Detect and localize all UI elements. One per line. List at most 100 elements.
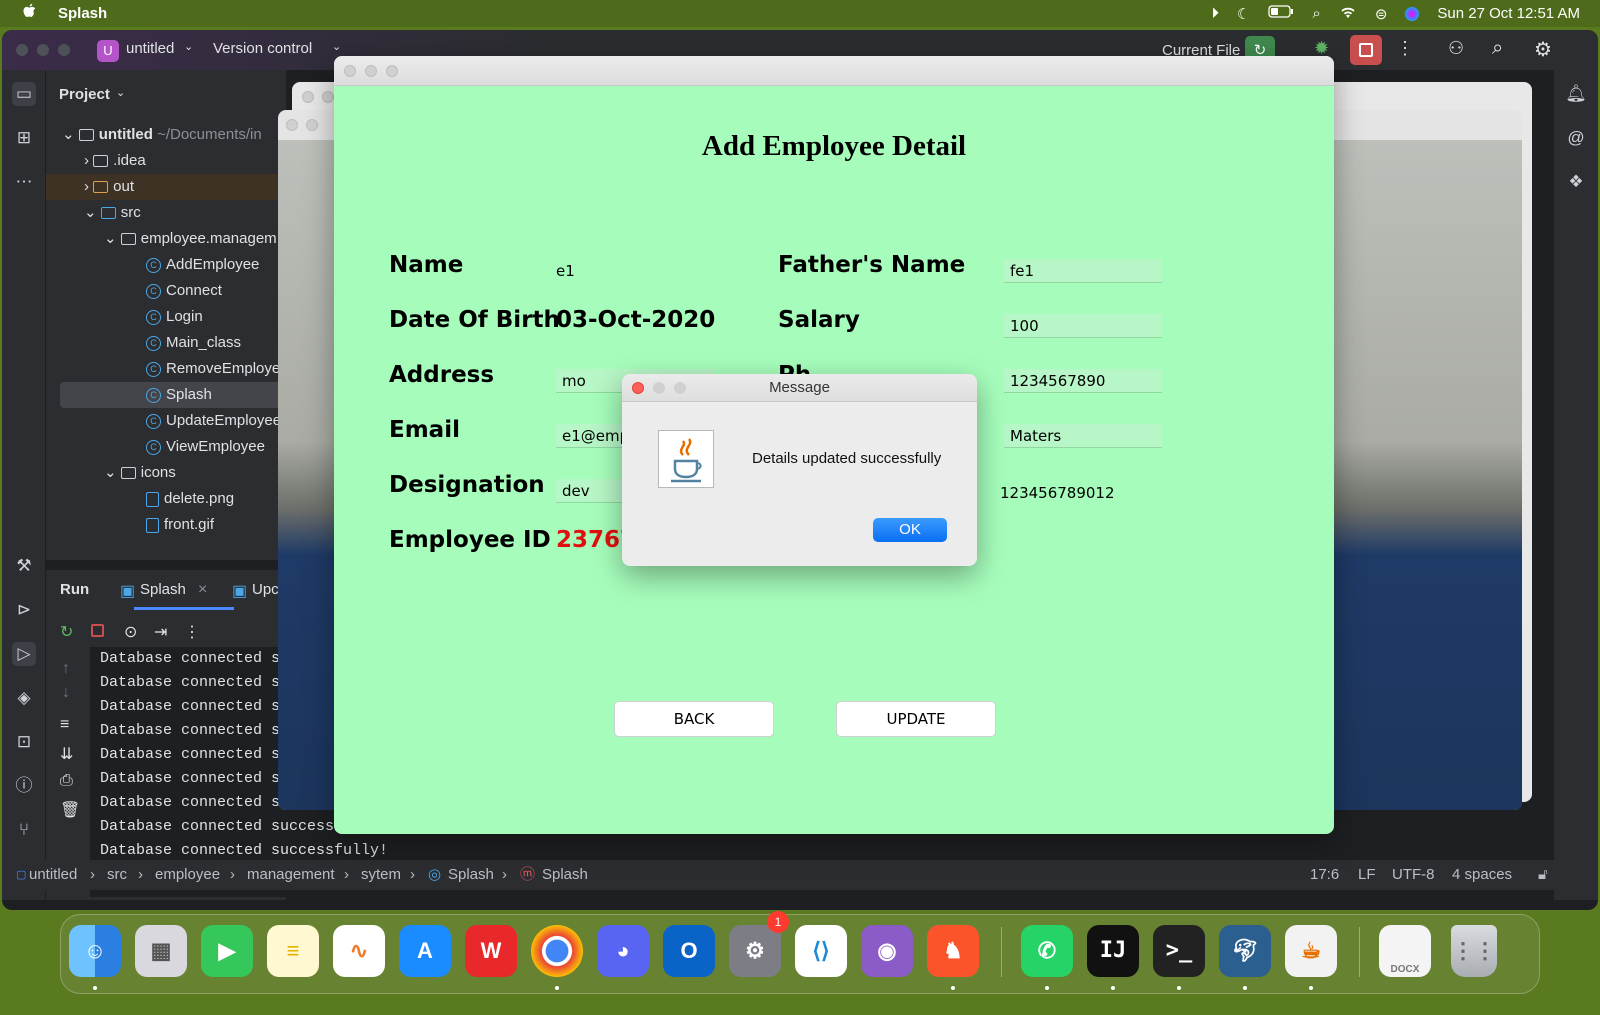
tree-item-connect[interactable]: C Connect bbox=[146, 278, 222, 304]
close-dialog-button[interactable] bbox=[632, 382, 644, 394]
breadcrumb-management[interactable]: management bbox=[247, 860, 335, 890]
zoom-window-button[interactable] bbox=[58, 44, 70, 56]
breadcrumb-sytem[interactable]: sytem bbox=[361, 860, 401, 890]
camera-icon[interactable]: ⊙ bbox=[124, 622, 137, 642]
battery-icon[interactable] bbox=[1268, 5, 1294, 22]
close-window-button[interactable] bbox=[344, 65, 356, 77]
layers-icon[interactable]: ◈ bbox=[12, 686, 36, 710]
phone-field[interactable]: 1234567890 bbox=[1004, 369, 1162, 393]
trash-icon[interactable]: ⋮⋮ bbox=[1451, 925, 1497, 977]
breadcrumb-employee[interactable]: employee bbox=[155, 860, 220, 890]
scroll-up-icon[interactable]: ↑ bbox=[62, 660, 70, 678]
launchpad-icon[interactable]: ▦ bbox=[135, 925, 187, 977]
indent-setting[interactable]: 4 spaces bbox=[1452, 860, 1512, 890]
outlook-icon[interactable]: O bbox=[663, 925, 715, 977]
salary-field[interactable]: 100 bbox=[1004, 314, 1162, 338]
tree-item-login[interactable]: C Login bbox=[146, 304, 203, 330]
minimize-window-button[interactable] bbox=[306, 119, 318, 131]
siri-icon[interactable] bbox=[1405, 6, 1420, 21]
minimize-window-button[interactable] bbox=[37, 44, 49, 56]
ai-assistant-icon[interactable]: @ bbox=[1564, 126, 1588, 150]
mysql-workbench-icon[interactable]: 🐬︎ bbox=[1219, 925, 1271, 977]
breadcrumb-splash-class[interactable]: Splash bbox=[448, 860, 494, 890]
back-button[interactable]: BACK bbox=[614, 701, 774, 737]
system-settings-icon[interactable]: ⚙ bbox=[729, 925, 781, 977]
run-panel-icon[interactable]: ▷ bbox=[12, 642, 36, 666]
dob-value[interactable]: 03-Oct-2020 bbox=[556, 307, 715, 333]
close-window-button[interactable] bbox=[302, 91, 314, 103]
minimize-window-button[interactable] bbox=[322, 91, 334, 103]
fathers-name-field[interactable]: fe1 bbox=[1004, 259, 1162, 283]
terminal-icon[interactable]: ⊡ bbox=[12, 730, 36, 754]
vscode-icon[interactable]: ⟨⟩ bbox=[795, 925, 847, 977]
close-tab-icon[interactable]: × bbox=[198, 581, 207, 599]
chrome-icon[interactable] bbox=[531, 925, 583, 977]
wifi-icon[interactable] bbox=[1339, 5, 1357, 23]
breadcrumb-untitled[interactable]: untitled bbox=[29, 860, 77, 890]
project-panel-title[interactable]: Project bbox=[59, 86, 110, 103]
tree-item-idea[interactable]: › .idea bbox=[84, 148, 146, 174]
control-center-icon[interactable]: ⊜ bbox=[1375, 5, 1388, 23]
run-panel-title[interactable]: Run bbox=[60, 581, 89, 598]
settings-gear-icon[interactable]: ⚙ bbox=[1534, 37, 1552, 62]
facetime-icon[interactable]: ▶ bbox=[201, 925, 253, 977]
vcs-dropdown[interactable]: Version control bbox=[213, 40, 312, 57]
trash-icon[interactable]: 🗑︎ bbox=[60, 800, 80, 820]
terminal-icon[interactable]: >_ bbox=[1153, 925, 1205, 977]
cursor-position[interactable]: 17:6 bbox=[1310, 860, 1339, 890]
docx-document-icon[interactable]: DOCX bbox=[1379, 925, 1431, 977]
ok-button[interactable]: OK bbox=[873, 518, 947, 542]
wps-office-icon[interactable]: W bbox=[465, 925, 517, 977]
build-hammer-icon[interactable]: ⚒ bbox=[12, 554, 36, 578]
focus-moon-icon[interactable]: ☾ bbox=[1237, 5, 1250, 23]
project-folder-icon[interactable]: ▭ bbox=[12, 82, 36, 106]
run-tab-splash[interactable]: Splash bbox=[140, 581, 186, 598]
github-desktop-icon[interactable]: ◉ bbox=[861, 925, 913, 977]
breadcrumb-src[interactable]: src bbox=[107, 860, 127, 890]
add-user-icon[interactable]: ⚇ bbox=[1448, 38, 1464, 59]
education-field[interactable]: Maters bbox=[1004, 424, 1162, 448]
spotlight-search-icon[interactable]: ⌕ bbox=[1312, 5, 1320, 22]
menubar-datetime[interactable]: Sun 27 Oct 12:51 AM bbox=[1437, 5, 1580, 22]
app-name[interactable]: Splash bbox=[58, 5, 107, 22]
screen-record-icon[interactable]: ⏵ bbox=[1211, 5, 1219, 22]
zoom-window-button[interactable] bbox=[386, 65, 398, 77]
discord-icon[interactable]: ◕ bbox=[597, 925, 649, 977]
more-horizontal-icon[interactable]: ⋯ bbox=[12, 170, 36, 194]
apple-icon[interactable] bbox=[22, 3, 36, 24]
tree-item-delete-png[interactable]: delete.png bbox=[146, 486, 234, 512]
tree-item-out[interactable]: › out bbox=[46, 174, 286, 200]
update-button[interactable]: UPDATE bbox=[836, 701, 996, 737]
python-console-icon[interactable]: ❖ bbox=[1564, 170, 1588, 194]
services-icon[interactable]: ⊳ bbox=[12, 598, 36, 622]
structure-icon[interactable]: ⊞ bbox=[12, 126, 36, 150]
git-branch-icon[interactable]: ⑂ bbox=[12, 818, 36, 842]
finder-icon[interactable]: ☺ bbox=[69, 925, 121, 977]
file-encoding[interactable]: UTF-8 bbox=[1392, 860, 1435, 890]
exit-icon[interactable]: ⇥ bbox=[154, 622, 167, 642]
tree-item-viewemployee[interactable]: C ViewEmployee bbox=[146, 434, 265, 460]
stop-icon[interactable] bbox=[91, 624, 104, 637]
problems-icon[interactable]: ⓘ bbox=[12, 774, 36, 798]
java-app-icon[interactable]: ☕︎ bbox=[1285, 925, 1337, 977]
brave-icon[interactable]: ♞ bbox=[927, 925, 979, 977]
tree-item-package[interactable]: ⌄ employee.managem bbox=[104, 226, 277, 252]
notes-icon[interactable]: ≡ bbox=[267, 925, 319, 977]
tree-item-src[interactable]: ⌄ src bbox=[84, 200, 141, 226]
freeform-icon[interactable]: ∿ bbox=[333, 925, 385, 977]
breadcrumb-splash-method[interactable]: Splash bbox=[542, 860, 588, 890]
minimize-window-button[interactable] bbox=[365, 65, 377, 77]
more-vertical-icon[interactable]: ⋮ bbox=[1396, 38, 1414, 59]
rerun-icon[interactable]: ↻ bbox=[60, 622, 73, 642]
print-icon[interactable]: ⎙ bbox=[60, 772, 73, 790]
tree-item-splash[interactable]: C Splash bbox=[60, 382, 286, 408]
close-window-button[interactable] bbox=[16, 44, 28, 56]
more-vertical-icon[interactable]: ⋮ bbox=[184, 622, 200, 642]
tree-item-removeemployee[interactable]: C RemoveEmploye bbox=[146, 356, 280, 382]
line-separator[interactable]: LF bbox=[1358, 860, 1376, 890]
close-window-button[interactable] bbox=[286, 119, 298, 131]
readonly-lock-icon[interactable]: 🔓︎ bbox=[1538, 860, 1548, 890]
tree-item-untitled[interactable]: ⌄ untitled ~/Documents/in bbox=[62, 122, 262, 148]
search-icon[interactable]: ⌕ bbox=[1492, 37, 1503, 60]
scroll-down-icon[interactable]: ↓ bbox=[62, 684, 70, 702]
